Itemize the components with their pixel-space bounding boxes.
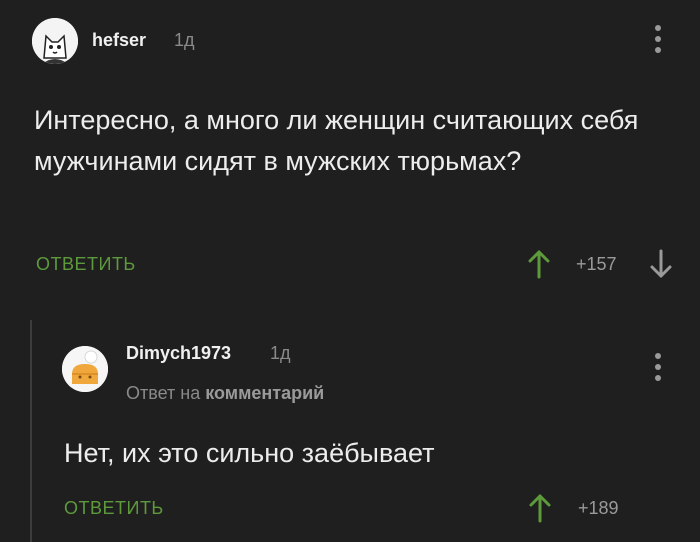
comment-hefser: hefser 1д Интересно, а много ли женщин с…: [0, 0, 700, 300]
comment-rating: +157: [576, 254, 617, 274]
reply-to-link[interactable]: комментарий: [205, 383, 324, 403]
downvote-arrow-icon[interactable]: [648, 249, 674, 279]
comment-menu-icon[interactable]: [653, 353, 663, 381]
comment-time: 1д: [174, 30, 195, 50]
user-avatar[interactable]: [62, 346, 108, 392]
username[interactable]: Dimych1973: [126, 343, 231, 364]
user-avatar[interactable]: [32, 18, 78, 64]
bread-avatar-icon: [62, 346, 108, 392]
reply-button[interactable]: ОТВЕТИТЬ: [64, 498, 164, 519]
comment-time: 1д: [270, 343, 291, 363]
reply-to-prefix: Ответ на: [126, 383, 201, 403]
comment-menu-icon[interactable]: [653, 25, 663, 53]
cat-avatar-icon: [32, 18, 78, 64]
comment-text: Нет, их это сильно заёбывает: [64, 438, 435, 468]
username[interactable]: hefser: [92, 30, 146, 51]
upvote-arrow-icon[interactable]: [527, 493, 553, 523]
comment-text: Интересно, а много ли женщин считающих с…: [34, 105, 639, 176]
upvote-arrow-icon[interactable]: [526, 249, 552, 279]
reply-to-label: Ответ на комментарий: [126, 383, 324, 404]
reply-button[interactable]: ОТВЕТИТЬ: [36, 254, 136, 275]
comment-rating: +189: [578, 498, 619, 518]
